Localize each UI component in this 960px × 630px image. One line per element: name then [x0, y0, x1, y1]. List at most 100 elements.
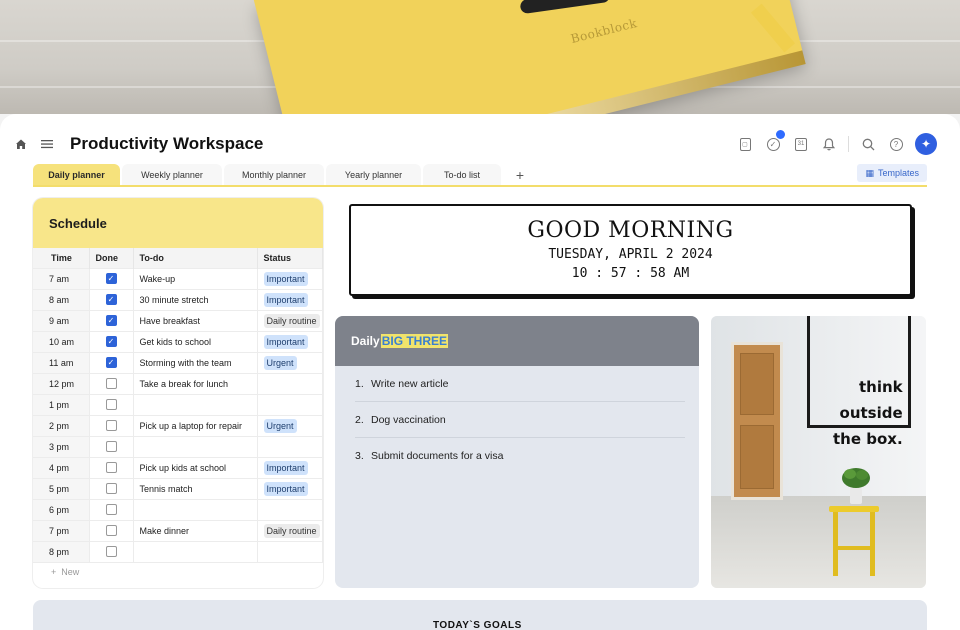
done-checkbox[interactable]: [105, 399, 117, 411]
done-checkbox[interactable]: [105, 420, 117, 432]
table-row[interactable]: 6 pm: [33, 498, 323, 520]
column-header-status[interactable]: Status: [257, 248, 323, 268]
row-done-cell: ✓: [89, 288, 134, 310]
row-status-cell[interactable]: Daily routine: [257, 519, 323, 541]
row-todo[interactable]: Tennis match: [133, 477, 258, 499]
done-checkbox[interactable]: [105, 483, 117, 495]
search-icon[interactable]: [859, 135, 877, 153]
row-todo[interactable]: Have breakfast: [133, 309, 258, 331]
calendar-small-icon[interactable]: ▢: [736, 135, 754, 153]
goals-title: TODAY`S GOALS: [433, 620, 522, 630]
toolbar-divider: [848, 136, 849, 152]
row-status-cell[interactable]: [257, 435, 323, 457]
table-row[interactable]: 9 am ✓ Have breakfast Daily routine: [33, 309, 323, 331]
row-status-cell[interactable]: Urgent: [257, 351, 323, 373]
done-checkbox[interactable]: ✓: [105, 336, 117, 348]
row-todo[interactable]: Take a break for lunch: [133, 372, 258, 394]
row-status-cell[interactable]: Important: [257, 330, 323, 352]
table-row[interactable]: 4 pm Pick up kids at school Important: [33, 456, 323, 478]
check-circle-icon[interactable]: ✓: [764, 130, 785, 153]
row-todo[interactable]: Pick up a laptop for repair: [133, 414, 258, 436]
big-three-highlight: BIG THREE: [380, 334, 449, 348]
table-row[interactable]: 10 am ✓ Get kids to school Important: [33, 330, 323, 352]
tab-monthly-planner[interactable]: Monthly planner: [224, 164, 324, 185]
row-status-cell[interactable]: Important: [257, 267, 323, 289]
row-todo[interactable]: [133, 540, 258, 562]
table-row[interactable]: 8 pm: [33, 540, 323, 562]
row-time: 10 am: [33, 330, 90, 352]
tab-to-do-list[interactable]: To-do list: [423, 164, 501, 185]
done-checkbox[interactable]: ✓: [105, 273, 117, 285]
done-checkbox[interactable]: ✓: [105, 315, 117, 327]
table-row[interactable]: 8 am ✓ 30 minute stretch Important: [33, 288, 323, 310]
table-row[interactable]: 7 am ✓ Wake-up Important: [33, 267, 323, 289]
greeting-time: 10 : 57 : 58 AM: [571, 266, 690, 281]
row-done-cell: [89, 435, 134, 457]
table-row[interactable]: 3 pm: [33, 435, 323, 457]
status-badge: Important: [263, 271, 308, 286]
row-todo[interactable]: [133, 393, 258, 415]
tab-weekly-planner[interactable]: Weekly planner: [122, 164, 222, 185]
row-done-cell: [89, 393, 134, 415]
column-header-time[interactable]: Time: [33, 248, 90, 268]
table-row[interactable]: 11 am ✓ Storming with the team Urgent: [33, 351, 323, 373]
done-checkbox[interactable]: [105, 525, 117, 537]
add-tab-button[interactable]: +: [509, 164, 531, 185]
cover-image: Bookblock: [0, 0, 960, 114]
tab-yearly-planner[interactable]: Yearly planner: [326, 164, 421, 185]
big-three-item[interactable]: 1. Write new article: [355, 366, 685, 402]
row-todo[interactable]: Make dinner: [133, 519, 258, 541]
workspace-panel: Productivity Workspace ▢ ✓ 31 ? ✦ Daily …: [0, 114, 960, 630]
row-status-cell[interactable]: Important: [257, 456, 323, 478]
toolbar: ▢ ✓ 31 ? ✦: [736, 130, 937, 155]
row-todo[interactable]: Get kids to school: [133, 330, 258, 352]
done-checkbox[interactable]: [105, 462, 117, 474]
row-todo[interactable]: Wake-up: [133, 267, 258, 289]
done-checkbox[interactable]: [105, 378, 117, 390]
row-todo[interactable]: 30 minute stretch: [133, 288, 258, 310]
menu-icon[interactable]: [38, 135, 56, 153]
tab-daily-planner[interactable]: Daily planner: [33, 164, 120, 185]
table-row[interactable]: 1 pm: [33, 393, 323, 415]
row-status-cell[interactable]: Important: [257, 477, 323, 499]
row-todo[interactable]: Storming with the team: [133, 351, 258, 373]
column-header-done[interactable]: Done: [89, 248, 134, 268]
row-todo[interactable]: [133, 435, 258, 457]
photo-stool: [829, 506, 879, 578]
table-row[interactable]: 5 pm Tennis match Important: [33, 477, 323, 499]
ai-sparkle-icon[interactable]: ✦: [915, 133, 937, 155]
row-todo[interactable]: [133, 498, 258, 520]
help-icon[interactable]: ?: [887, 135, 905, 153]
table-row[interactable]: 7 pm Make dinner Daily routine: [33, 519, 323, 541]
motivation-photo: think outside the box.: [711, 316, 926, 588]
add-new-row-button[interactable]: + New: [33, 562, 323, 580]
calendar-icon[interactable]: 31: [792, 135, 810, 153]
done-checkbox[interactable]: [105, 504, 117, 516]
templates-button[interactable]: ▦ Templates: [857, 164, 927, 182]
row-status-cell[interactable]: [257, 540, 323, 562]
table-row[interactable]: 12 pm Take a break for lunch: [33, 372, 323, 394]
row-status-cell[interactable]: Daily routine: [257, 309, 323, 331]
status-badge: Important: [263, 481, 308, 496]
done-checkbox[interactable]: [105, 546, 117, 558]
row-status-cell[interactable]: Important: [257, 288, 323, 310]
photo-plant: [842, 468, 870, 504]
row-todo[interactable]: Pick up kids at school: [133, 456, 258, 478]
row-status-cell[interactable]: Urgent: [257, 414, 323, 436]
item-text: Submit documents for a visa: [371, 450, 504, 462]
row-status-cell[interactable]: [257, 372, 323, 394]
row-status-cell[interactable]: [257, 498, 323, 520]
status-badge: Important: [263, 334, 308, 349]
home-icon[interactable]: [12, 135, 30, 153]
table-row[interactable]: 2 pm Pick up a laptop for repair Urgent: [33, 414, 323, 436]
column-header-todo[interactable]: To-do: [133, 248, 258, 268]
done-checkbox[interactable]: ✓: [105, 357, 117, 369]
bell-icon[interactable]: [820, 135, 838, 153]
row-status-cell[interactable]: [257, 393, 323, 415]
big-three-item[interactable]: 3. Submit documents for a visa: [355, 438, 685, 474]
big-three-item[interactable]: 2. Dog vaccination: [355, 402, 685, 438]
row-time: 3 pm: [33, 435, 90, 457]
greeting-title: GOOD MORNING: [527, 218, 734, 243]
done-checkbox[interactable]: [105, 441, 117, 453]
done-checkbox[interactable]: ✓: [105, 294, 117, 306]
